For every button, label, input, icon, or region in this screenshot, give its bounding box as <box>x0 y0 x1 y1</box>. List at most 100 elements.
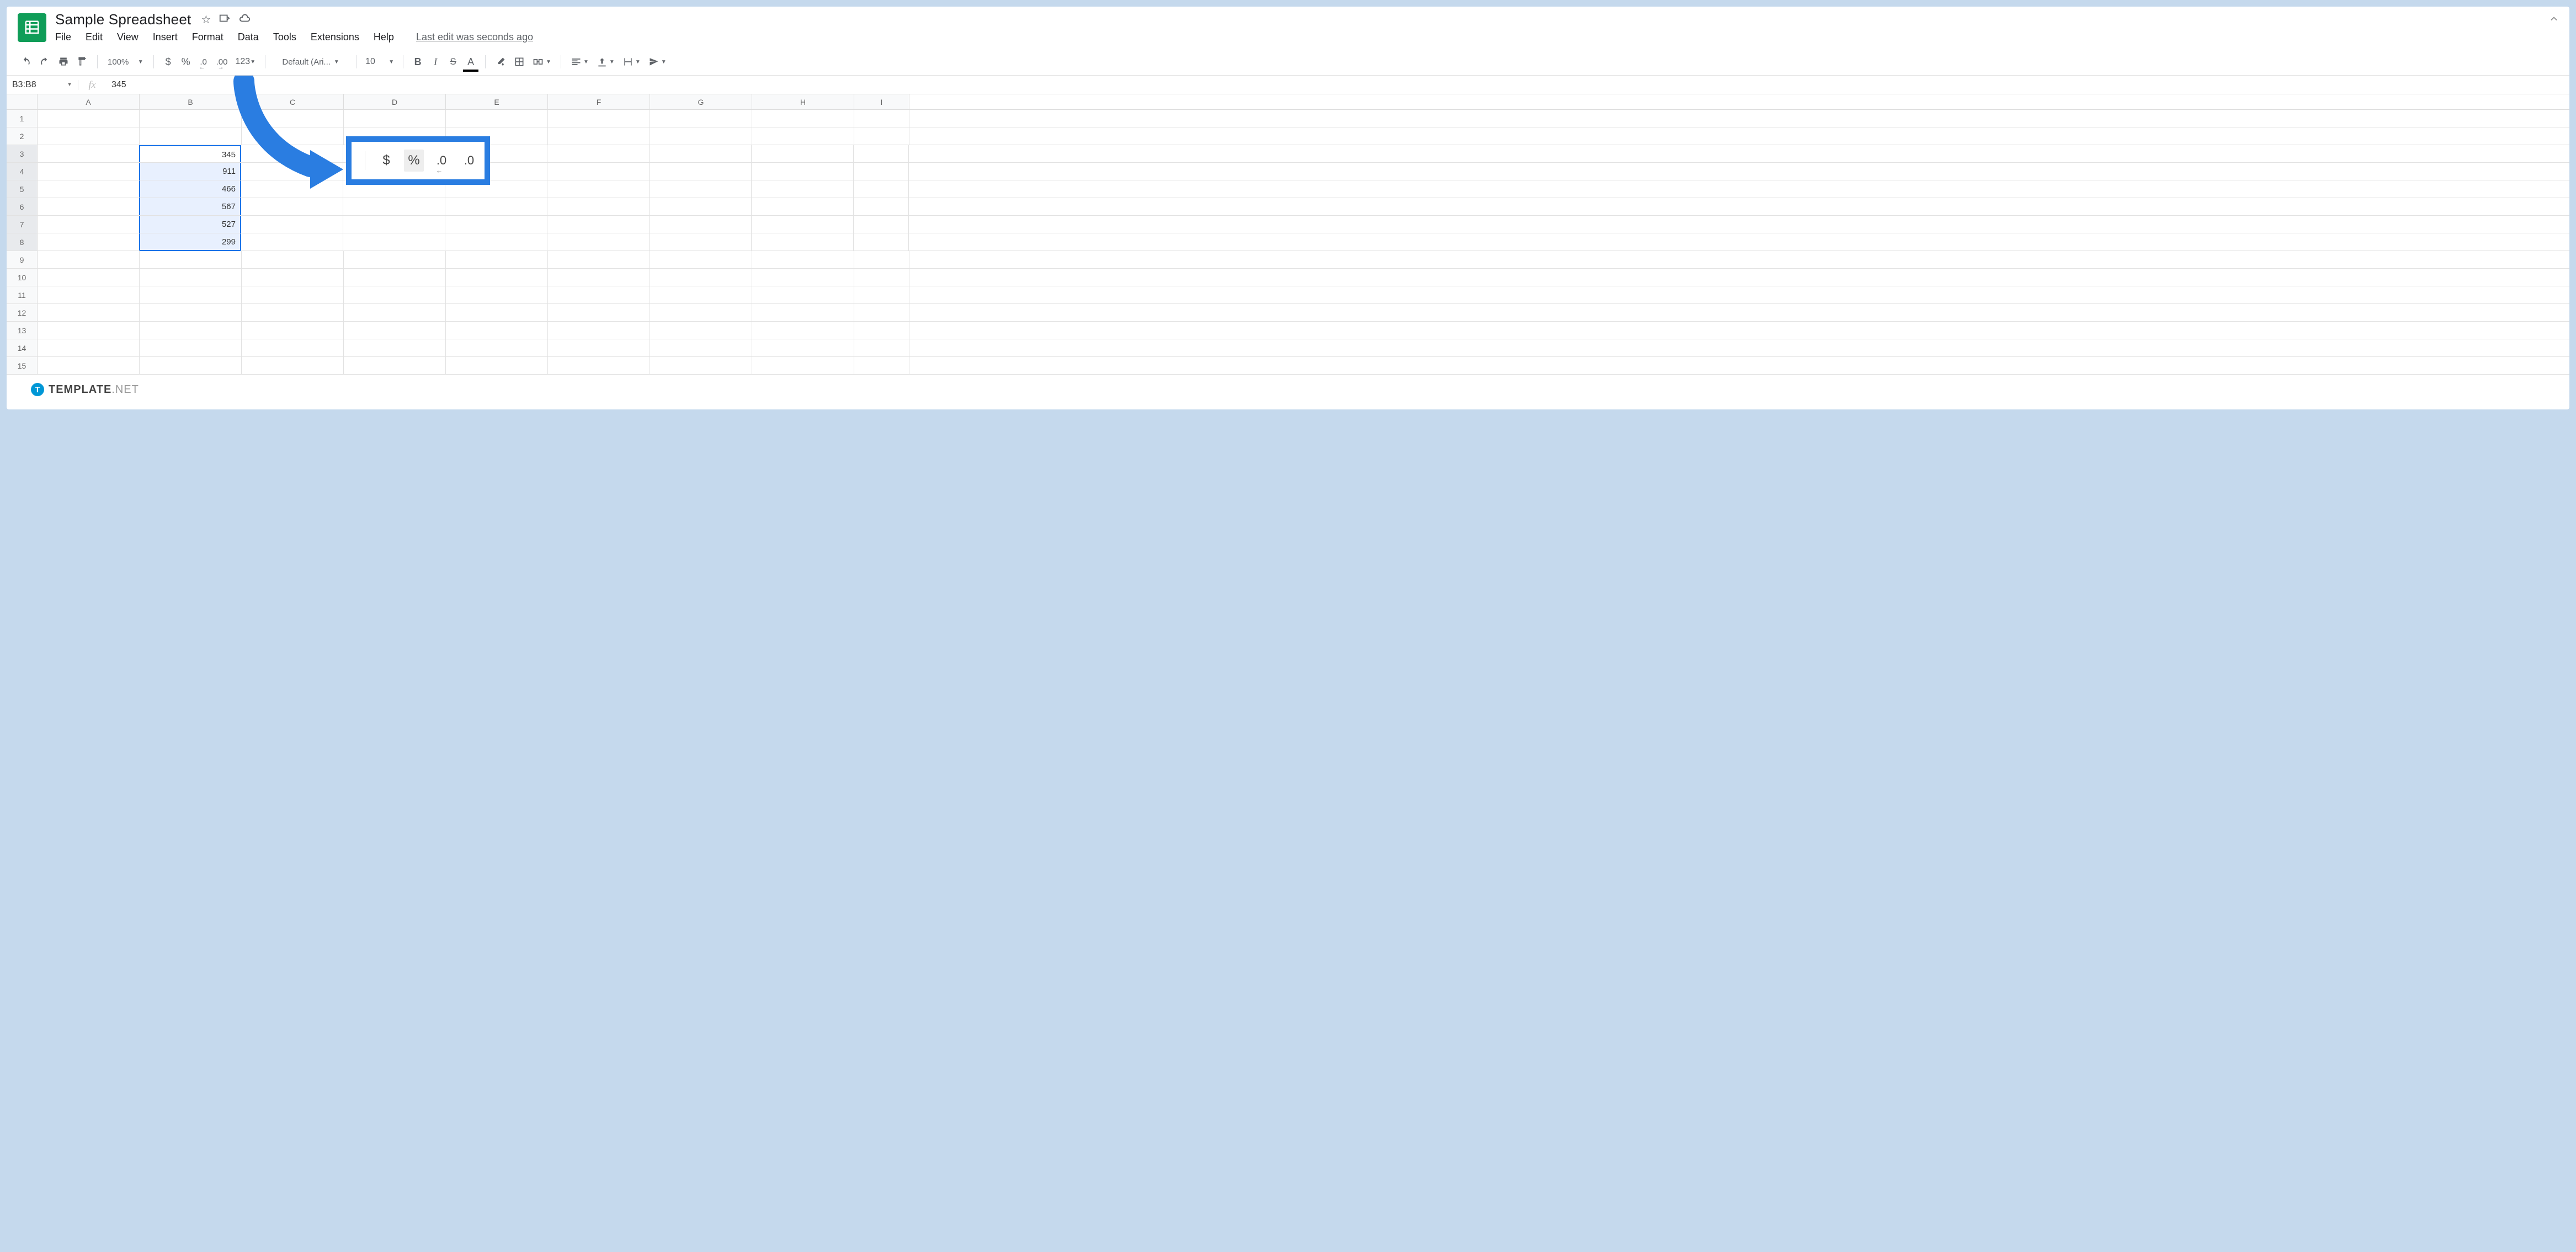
row-header-2[interactable]: 2 <box>7 127 38 145</box>
cell-F1[interactable] <box>548 110 650 127</box>
cell-G7[interactable] <box>650 216 752 233</box>
cell-F4[interactable] <box>547 163 650 180</box>
cell-A9[interactable] <box>38 251 140 268</box>
row-header-11[interactable]: 11 <box>7 286 38 303</box>
cell-C9[interactable] <box>242 251 344 268</box>
cell-G1[interactable] <box>650 110 752 127</box>
cell-F10[interactable] <box>548 269 650 286</box>
cell-A11[interactable] <box>38 286 140 303</box>
text-rotation-dropdown[interactable]: ▼ <box>646 54 669 70</box>
cell-B5[interactable]: 466 <box>139 180 241 198</box>
cell-H10[interactable] <box>752 269 854 286</box>
menu-help[interactable]: Help <box>374 31 394 43</box>
menu-insert[interactable]: Insert <box>153 31 178 43</box>
cell-E8[interactable] <box>445 233 547 251</box>
cell-I8[interactable] <box>854 233 909 251</box>
cell-H4[interactable] <box>752 163 854 180</box>
row-header-1[interactable]: 1 <box>7 110 38 127</box>
cell-B13[interactable] <box>140 322 242 339</box>
cell-I3[interactable] <box>854 145 909 162</box>
col-header-E[interactable]: E <box>446 94 548 109</box>
cell-G5[interactable] <box>650 180 752 198</box>
col-header-C[interactable]: C <box>242 94 344 109</box>
cell-C13[interactable] <box>242 322 344 339</box>
row-header-6[interactable]: 6 <box>7 198 38 215</box>
zoom-dropdown[interactable]: 100% ▼ <box>104 54 147 70</box>
row-header-12[interactable]: 12 <box>7 304 38 321</box>
vertical-align-dropdown[interactable]: ▼ <box>594 54 618 70</box>
cell-B1[interactable] <box>140 110 242 127</box>
cell-A6[interactable] <box>38 198 140 215</box>
cell-A4[interactable] <box>38 163 140 180</box>
cell-E9[interactable] <box>446 251 548 268</box>
cell-E6[interactable] <box>445 198 547 215</box>
cell-D11[interactable] <box>344 286 446 303</box>
cell-B7[interactable]: 527 <box>139 216 241 233</box>
cell-B3[interactable]: 345 <box>139 145 241 162</box>
cell-B14[interactable] <box>140 339 242 356</box>
cell-H9[interactable] <box>752 251 854 268</box>
cell-D14[interactable] <box>344 339 446 356</box>
col-header-H[interactable]: H <box>752 94 854 109</box>
row-header-13[interactable]: 13 <box>7 322 38 339</box>
cell-D6[interactable] <box>343 198 445 215</box>
cell-I9[interactable] <box>854 251 909 268</box>
cell-C1[interactable] <box>242 110 344 127</box>
col-header-G[interactable]: G <box>650 94 752 109</box>
cell-D13[interactable] <box>344 322 446 339</box>
cell-B10[interactable] <box>140 269 242 286</box>
col-header-I[interactable]: I <box>854 94 909 109</box>
row-header-3[interactable]: 3 <box>7 145 38 162</box>
cell-F8[interactable] <box>547 233 650 251</box>
cell-H12[interactable] <box>752 304 854 321</box>
cell-G8[interactable] <box>650 233 752 251</box>
print-button[interactable] <box>55 54 72 70</box>
cell-G2[interactable] <box>650 127 752 145</box>
cell-G4[interactable] <box>650 163 752 180</box>
collapse-toolbar-button[interactable] <box>2548 13 2559 28</box>
cell-H6[interactable] <box>752 198 854 215</box>
font-size-dropdown[interactable]: 10▼ <box>363 54 396 70</box>
font-dropdown[interactable]: Default (Ari...▼ <box>272 54 349 70</box>
cell-I5[interactable] <box>854 180 909 198</box>
cell-I14[interactable] <box>854 339 909 356</box>
cloud-status-icon[interactable] <box>238 12 251 28</box>
cell-H8[interactable] <box>752 233 854 251</box>
col-header-F[interactable]: F <box>548 94 650 109</box>
menu-view[interactable]: View <box>117 31 139 43</box>
col-header-A[interactable]: A <box>38 94 140 109</box>
cell-D1[interactable] <box>344 110 446 127</box>
cell-D15[interactable] <box>344 357 446 374</box>
cell-C2[interactable] <box>242 127 344 145</box>
document-title[interactable]: Sample Spreadsheet <box>55 11 191 28</box>
cell-I7[interactable] <box>854 216 909 233</box>
cell-G6[interactable] <box>650 198 752 215</box>
cell-H11[interactable] <box>752 286 854 303</box>
cell-I13[interactable] <box>854 322 909 339</box>
cell-I10[interactable] <box>854 269 909 286</box>
cell-G11[interactable] <box>650 286 752 303</box>
cell-A7[interactable] <box>38 216 140 233</box>
col-header-B[interactable]: B <box>140 94 242 109</box>
cell-G9[interactable] <box>650 251 752 268</box>
cell-A13[interactable] <box>38 322 140 339</box>
menu-extensions[interactable]: Extensions <box>311 31 359 43</box>
cell-D12[interactable] <box>344 304 446 321</box>
cell-E7[interactable] <box>445 216 547 233</box>
increase-decimal-button[interactable]: .00→ <box>214 54 231 70</box>
callout-percent-button[interactable]: % <box>404 150 424 172</box>
cell-G14[interactable] <box>650 339 752 356</box>
cell-F12[interactable] <box>548 304 650 321</box>
cell-C11[interactable] <box>242 286 344 303</box>
cell-C4[interactable] <box>241 163 343 180</box>
formula-input[interactable]: 345 <box>106 80 126 90</box>
cell-E12[interactable] <box>446 304 548 321</box>
cell-H5[interactable] <box>752 180 854 198</box>
cell-C10[interactable] <box>242 269 344 286</box>
cell-H3[interactable] <box>752 145 854 162</box>
borders-button[interactable] <box>511 54 528 70</box>
select-all-corner[interactable] <box>7 94 38 109</box>
fill-color-button[interactable] <box>492 54 509 70</box>
format-currency-button[interactable]: $ <box>161 54 176 70</box>
cell-H1[interactable] <box>752 110 854 127</box>
